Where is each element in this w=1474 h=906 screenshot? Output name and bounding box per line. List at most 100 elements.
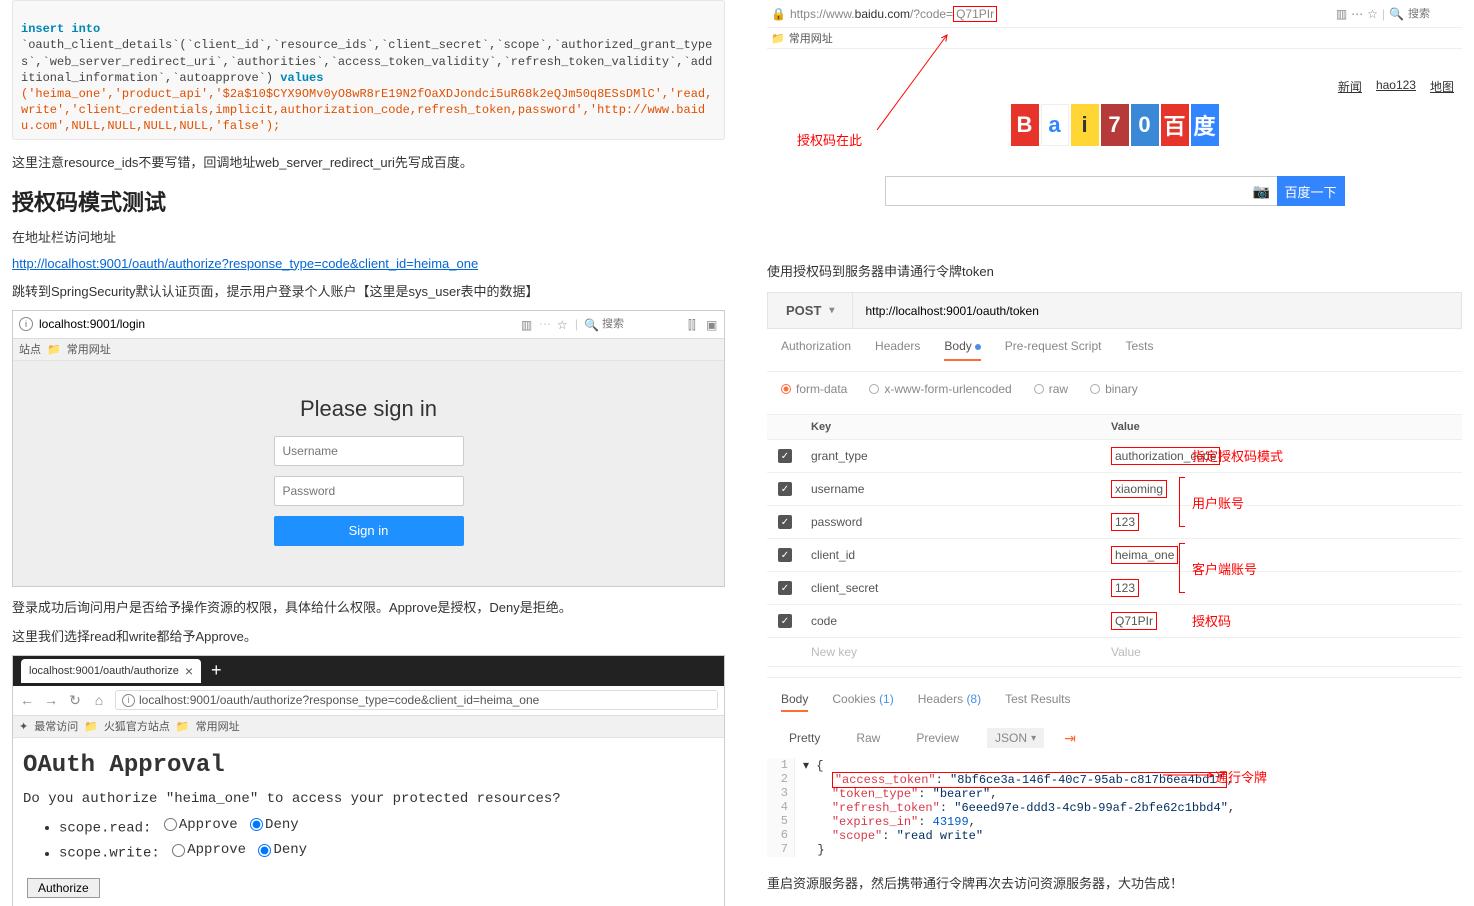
scope-write-approve-radio[interactable] — [172, 844, 185, 857]
radio-raw[interactable]: raw — [1034, 382, 1068, 396]
star-icon[interactable]: ☆ — [1367, 7, 1378, 21]
checkbox-icon[interactable]: ✓ — [778, 449, 792, 463]
sub-pretty[interactable]: Pretty — [781, 728, 828, 748]
search-icon[interactable]: 🔍 — [584, 318, 596, 330]
camera-icon[interactable]: 📷 — [1247, 176, 1277, 206]
json-response: 1234567 ▾ { "access_token": "8bf6ce3a-14… — [767, 758, 1462, 857]
key-cell[interactable]: username — [803, 475, 1103, 503]
folder-icon: 📁 — [84, 720, 98, 733]
star-icon[interactable]: ☆ — [557, 318, 569, 330]
folder-label[interactable]: 常用网址 — [67, 341, 111, 357]
format-dropdown[interactable]: JSON ▾ — [987, 728, 1044, 748]
resp-tab-tests[interactable]: Test Results — [1005, 692, 1070, 712]
forward-icon[interactable]: → — [43, 692, 59, 708]
reader-icon[interactable]: ▥ — [521, 318, 533, 330]
password-input[interactable] — [274, 476, 464, 506]
table-row-empty[interactable]: New key Value — [767, 638, 1462, 667]
sign-in-button[interactable]: Sign in — [274, 516, 464, 546]
deny-label: Deny — [265, 817, 299, 833]
checkbox-icon[interactable]: ✓ — [778, 614, 792, 628]
nav-link-news[interactable]: 新闻 — [1338, 78, 1362, 95]
table-row[interactable]: ✓ username xiaoming 用户账号 — [767, 473, 1462, 506]
nav-link-hao123[interactable]: hao123 — [1376, 78, 1416, 95]
resp-tab-headers[interactable]: Headers (8) — [918, 692, 981, 712]
http-method-select[interactable]: POST ▾ — [768, 293, 853, 328]
back-icon[interactable]: ← — [19, 692, 35, 708]
radio-urlencoded[interactable]: x-www-form-urlencoded — [869, 382, 1011, 396]
url-input[interactable] — [39, 317, 515, 331]
new-key-placeholder[interactable]: New key — [803, 638, 1103, 666]
table-row[interactable]: ✓ code Q71PIr 授权码 — [767, 605, 1462, 638]
scope-write-deny-radio[interactable] — [258, 844, 271, 857]
search-input[interactable] — [1408, 8, 1458, 20]
search-input[interactable] — [602, 318, 682, 330]
value-cell[interactable]: Q71PIr — [1111, 612, 1157, 630]
checkbox-icon[interactable]: ✓ — [778, 581, 792, 595]
authorize-url-link[interactable]: http://localhost:9001/oauth/authorize?re… — [12, 256, 478, 271]
home-icon[interactable]: ⌂ — [91, 692, 107, 708]
tab-authorization[interactable]: Authorization — [781, 339, 851, 361]
value-cell[interactable]: xiaoming — [1111, 480, 1167, 498]
scope-read-approve-radio[interactable] — [164, 818, 177, 831]
key-cell[interactable]: code — [803, 607, 1103, 635]
sidebar-icon[interactable]: ▣ — [706, 318, 718, 330]
folder-label[interactable]: 常用网址 — [789, 30, 833, 46]
sub-preview[interactable]: Preview — [908, 728, 967, 748]
key-cell[interactable]: client_id — [803, 541, 1103, 569]
sql-insert-kw: insert into — [21, 22, 100, 36]
close-icon[interactable]: × — [185, 663, 193, 679]
library-icon[interactable]: ⫿⫿ — [688, 318, 700, 330]
approve-label: Approve — [187, 842, 246, 858]
scope-read-row: scope.read: Approve Deny — [59, 817, 714, 837]
radio-form-data[interactable]: form-data — [781, 382, 847, 396]
key-cell[interactable]: password — [803, 508, 1103, 536]
annotation-auth-code: 授权码在此 — [797, 130, 862, 149]
key-cell[interactable]: grant_type — [803, 442, 1103, 470]
key-cell[interactable]: client_secret — [803, 574, 1103, 602]
tab-headers[interactable]: Headers — [875, 339, 920, 361]
checkbox-icon[interactable]: ✓ — [778, 548, 792, 562]
sql-values: ('heima_one','product_api','$2a$10$CYX9O… — [21, 87, 712, 133]
reload-icon[interactable]: ↻ — [67, 692, 83, 708]
radio-binary[interactable]: binary — [1090, 382, 1138, 396]
resp-tab-body[interactable]: Body — [781, 692, 808, 712]
chevron-down-icon: ▾ — [829, 305, 834, 316]
wrap-icon[interactable]: ⇥ — [1064, 730, 1076, 747]
approve-label: Approve — [179, 817, 238, 833]
sub-raw[interactable]: Raw — [848, 728, 888, 748]
tab-body[interactable]: Body — [944, 339, 980, 361]
table-row[interactable]: ✓ password 123 — [767, 506, 1462, 539]
request-url-input[interactable] — [853, 293, 1461, 328]
checkbox-icon[interactable]: ✓ — [778, 482, 792, 496]
value-cell[interactable]: heima_one — [1111, 546, 1178, 564]
reader-icon[interactable]: ▥ — [1336, 7, 1347, 21]
new-tab-button[interactable]: + — [205, 660, 228, 681]
oauth-title: OAuth Approval — [23, 752, 714, 779]
tab-tests[interactable]: Tests — [1125, 339, 1153, 361]
url-field[interactable]: i localhost:9001/oauth/authorize?respons… — [115, 690, 718, 710]
table-row[interactable]: ✓ client_id heima_one 客户端账号 — [767, 539, 1462, 572]
tab-prerequest[interactable]: Pre-request Script — [1005, 339, 1102, 361]
browser-tab[interactable]: localhost:9001/oauth/authorize × — [21, 659, 201, 683]
common-sites[interactable]: 常用网址 — [196, 718, 240, 734]
code-highlight: Q71PIr — [953, 6, 997, 22]
username-input[interactable] — [274, 436, 464, 466]
nav-link-map[interactable]: 地图 — [1430, 78, 1454, 95]
new-val-placeholder[interactable]: Value — [1103, 638, 1462, 666]
value-cell[interactable]: 123 — [1111, 513, 1139, 531]
checkbox-icon[interactable]: ✓ — [778, 515, 792, 529]
value-cell[interactable]: 123 — [1111, 579, 1139, 597]
resp-tab-cookies[interactable]: Cookies (1) — [832, 692, 893, 712]
search-icon[interactable]: 🔍 — [1389, 7, 1404, 21]
table-row[interactable]: ✓ client_secret 123 — [767, 572, 1462, 605]
login-title: Please sign in — [300, 396, 437, 422]
scope-read-deny-radio[interactable] — [250, 818, 263, 831]
baidu-search-button[interactable]: 百度一下 — [1277, 176, 1345, 206]
note-after-login: 登录成功后询问用户是否给予操作资源的权限，具体给什么权限。Approve是授权，… — [12, 597, 725, 616]
table-row[interactable]: ✓ grant_type authorization_code 指定授权码模式 — [767, 440, 1462, 473]
baidu-search-input[interactable] — [885, 176, 1247, 206]
firefox-sites[interactable]: 火狐官方站点 — [104, 718, 170, 734]
site-label: 站点 — [19, 341, 41, 357]
browser-tabs: localhost:9001/oauth/authorize × + — [13, 656, 724, 686]
most-visited[interactable]: 最常访问 — [34, 718, 78, 734]
